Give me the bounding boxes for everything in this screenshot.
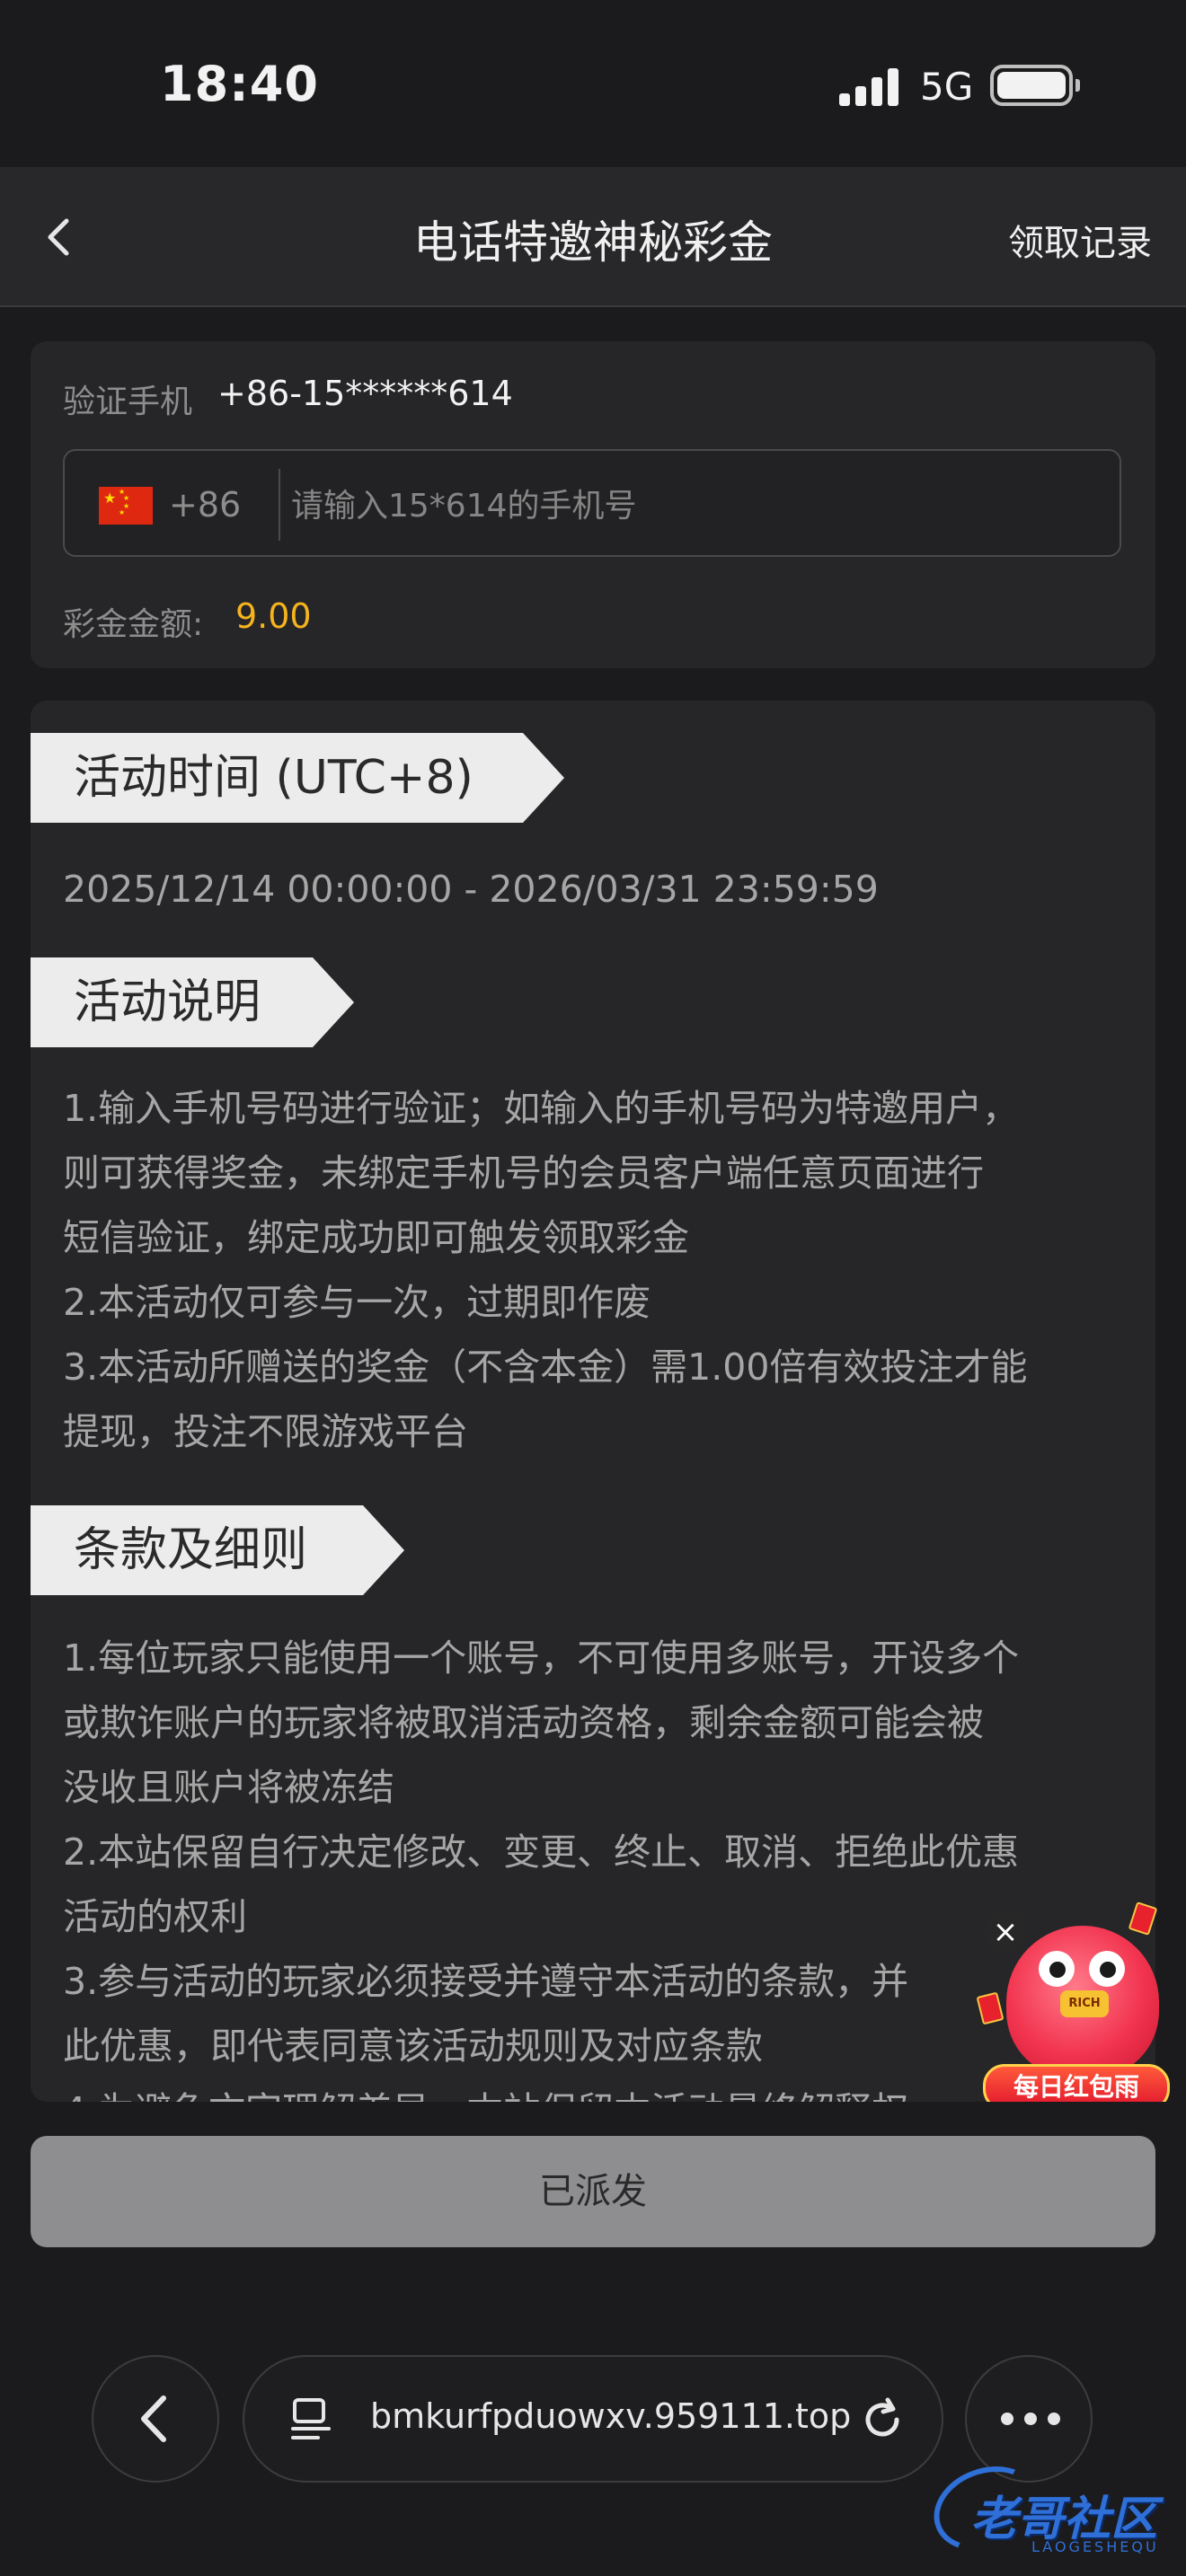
description-line: 3.本活动所赠送的奖金（不含本金）需1.00倍有效投注才能 [63, 1345, 1028, 1389]
terms-line: 1.每位玩家只能使用一个账号，不可使用多账号，开设多个 [63, 1636, 1020, 1680]
terms-line: 或欺诈账户的玩家将被取消活动资格，剩余金额可能会被 [63, 1701, 984, 1744]
section-title-terms: 条款及细则 [31, 1505, 404, 1595]
back-arrow-icon[interactable] [92, 2355, 219, 2483]
section-title-description: 活动说明 [31, 957, 354, 1047]
description-line: 1.输入手机号码进行验证；如输入的手机号码为特邀用户， [63, 1087, 1020, 1130]
activity-rules-card: 活动时间 (UTC+8) 2025/12/14 00:00:00 - 2026/… [31, 701, 1155, 2102]
description-line: 2.本活动仅可参与一次，过期即作废 [63, 1281, 651, 1324]
terms-line: 2.本站保留自行决定修改、变更、终止、取消、拒绝此优惠 [63, 1831, 1020, 1874]
china-flag-icon[interactable]: ★ ★ ★ ★ ★ [99, 487, 153, 525]
signal-icon [839, 66, 902, 106]
country-code[interactable]: +86 [169, 485, 241, 525]
nav-header: 电话特邀神秘彩金 领取记录 [0, 167, 1186, 307]
description-line: 提现，投注不限游戏平台 [63, 1410, 468, 1453]
section-title-time: 活动时间 (UTC+8) [31, 733, 564, 823]
description-text: 1.输入手机号码进行验证；如输入的手机号码为特邀用户， 则可获得奖金，未绑定手机… [63, 1076, 1132, 1464]
time-range-text: 2025/12/14 00:00:00 - 2026/03/31 23:59:5… [63, 868, 879, 911]
bonus-amount-value: 9.00 [235, 596, 312, 636]
phone-number-input[interactable] [289, 471, 1102, 541]
watermark-logo: 老哥社区 LAOGESHEQU [922, 2452, 1177, 2565]
input-divider [279, 469, 280, 541]
address-bar[interactable]: bmkurfpduowxv.959111.top [243, 2355, 943, 2483]
reload-icon[interactable] [855, 2393, 909, 2447]
status-time: 18:40 [160, 56, 319, 112]
phone-input-group: ★ ★ ★ ★ ★ +86 [63, 449, 1121, 557]
claim-records-link[interactable]: 领取记录 [1008, 214, 1152, 266]
terms-text: 1.每位玩家只能使用一个账号，不可使用多账号，开设多个 或欺诈账户的玩家将被取消… [63, 1626, 1132, 2102]
verify-phone-label: 验证手机 [63, 384, 193, 420]
bonus-amount-label: 彩金金额: [63, 606, 204, 643]
description-line: 短信验证，绑定成功即可触发领取彩金 [63, 1216, 689, 1259]
terms-line: 此优惠，即代表同意该活动规则及对应条款 [63, 2025, 763, 2068]
watermark-subtext: LAOGESHEQU [1031, 2538, 1159, 2555]
rich-badge: RICH [1060, 1990, 1109, 2017]
close-icon[interactable]: × [985, 1911, 1026, 1953]
red-packet-rain-widget[interactable]: RICH × 每日红包雨 [976, 1901, 1173, 2111]
terms-line: 没收且账户将被冻结 [63, 1766, 394, 1809]
terms-line: 4.为避免文字理解差异，本站保留本活动最终解释权 [63, 2078, 1132, 2102]
more-dots [1001, 2413, 1060, 2429]
tabs-icon[interactable] [289, 2396, 334, 2445]
terms-line: 3.参与活动的玩家必须接受并遵守本活动的条款，并 [63, 1960, 909, 2003]
description-line: 则可获得奖金，未绑定手机号的会员客户端任意页面进行 [63, 1151, 984, 1195]
red-envelope-icon [1128, 1901, 1158, 1936]
url-text[interactable]: bmkurfpduowxv.959111.top [370, 2396, 851, 2436]
network-type: 5G [920, 65, 974, 109]
red-envelope-icon [976, 1991, 1005, 2025]
mascot-eye [1039, 1951, 1075, 1987]
activity-time-range: 2025/12/14 00:00:00 - 2026/03/31 23:59:5… [63, 857, 1132, 922]
battery-icon [990, 65, 1080, 106]
terms-line: 活动的权利 [63, 1895, 247, 1938]
dispatched-button[interactable]: 已派发 [31, 2136, 1155, 2247]
verify-phone-value: +86-15******614 [217, 374, 513, 413]
status-bar: 18:40 5G [0, 0, 1186, 167]
verify-card: 验证手机 +86-15******614 ★ ★ ★ ★ ★ +86 彩金金额:… [31, 341, 1155, 668]
mascot-eye [1089, 1951, 1125, 1987]
